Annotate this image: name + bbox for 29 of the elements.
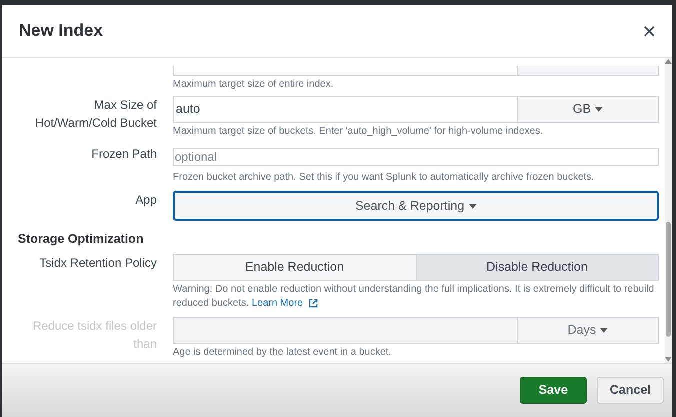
help-text: Maximum target size of buckets. Enter 'auto_high_volume' for high-volume indexes. (173, 125, 544, 139)
field-label: Reduce tsidx files older (32, 318, 157, 335)
cancel-button[interactable]: Cancel (597, 377, 664, 404)
help-text: Maximum target size of entire index. (173, 78, 335, 92)
caret-icon (600, 328, 608, 333)
segment-button[interactable]: Enable Reduction (173, 254, 416, 281)
close-icon[interactable] (644, 26, 655, 36)
scroll-up-icon[interactable] (665, 59, 672, 64)
learn-more-link[interactable]: Learn More (252, 296, 318, 311)
help-text: Frozen bucket archive path. Set this if you want Splunk to automatically archive frozen buckets. (173, 171, 596, 185)
unit-dropdown[interactable]: GB (518, 96, 659, 123)
field-label: Tsidx Retention Policy (40, 254, 157, 272)
segment-button[interactable]: Disable Reduction (416, 254, 659, 281)
help-text: Age is determined by the latest event in a bucket. (173, 346, 392, 360)
field-label: Max Size of (94, 97, 157, 114)
field-label: than (134, 336, 157, 353)
help-text: Warning: Do not enable reduction without understanding the full implications. It is extremely difficult to rebuild reduced buckets. Learn More (173, 282, 656, 311)
app-dropdown[interactable]: Search & Reporting (173, 191, 659, 221)
input-field[interactable]: auto (173, 96, 518, 123)
external-link-icon (309, 299, 318, 308)
caret-icon (595, 107, 604, 112)
input-field[interactable]: optional (173, 148, 659, 166)
dialog-title: New Index (19, 20, 104, 42)
caret-icon (468, 204, 477, 208)
field-label: Frozen Path (92, 146, 157, 163)
save-button[interactable]: Save (520, 377, 587, 404)
section-heading: Storage Optimization (17, 231, 145, 248)
field-label: App (136, 192, 157, 209)
field-label: Hot/Warm/Cold Bucket (35, 115, 157, 132)
